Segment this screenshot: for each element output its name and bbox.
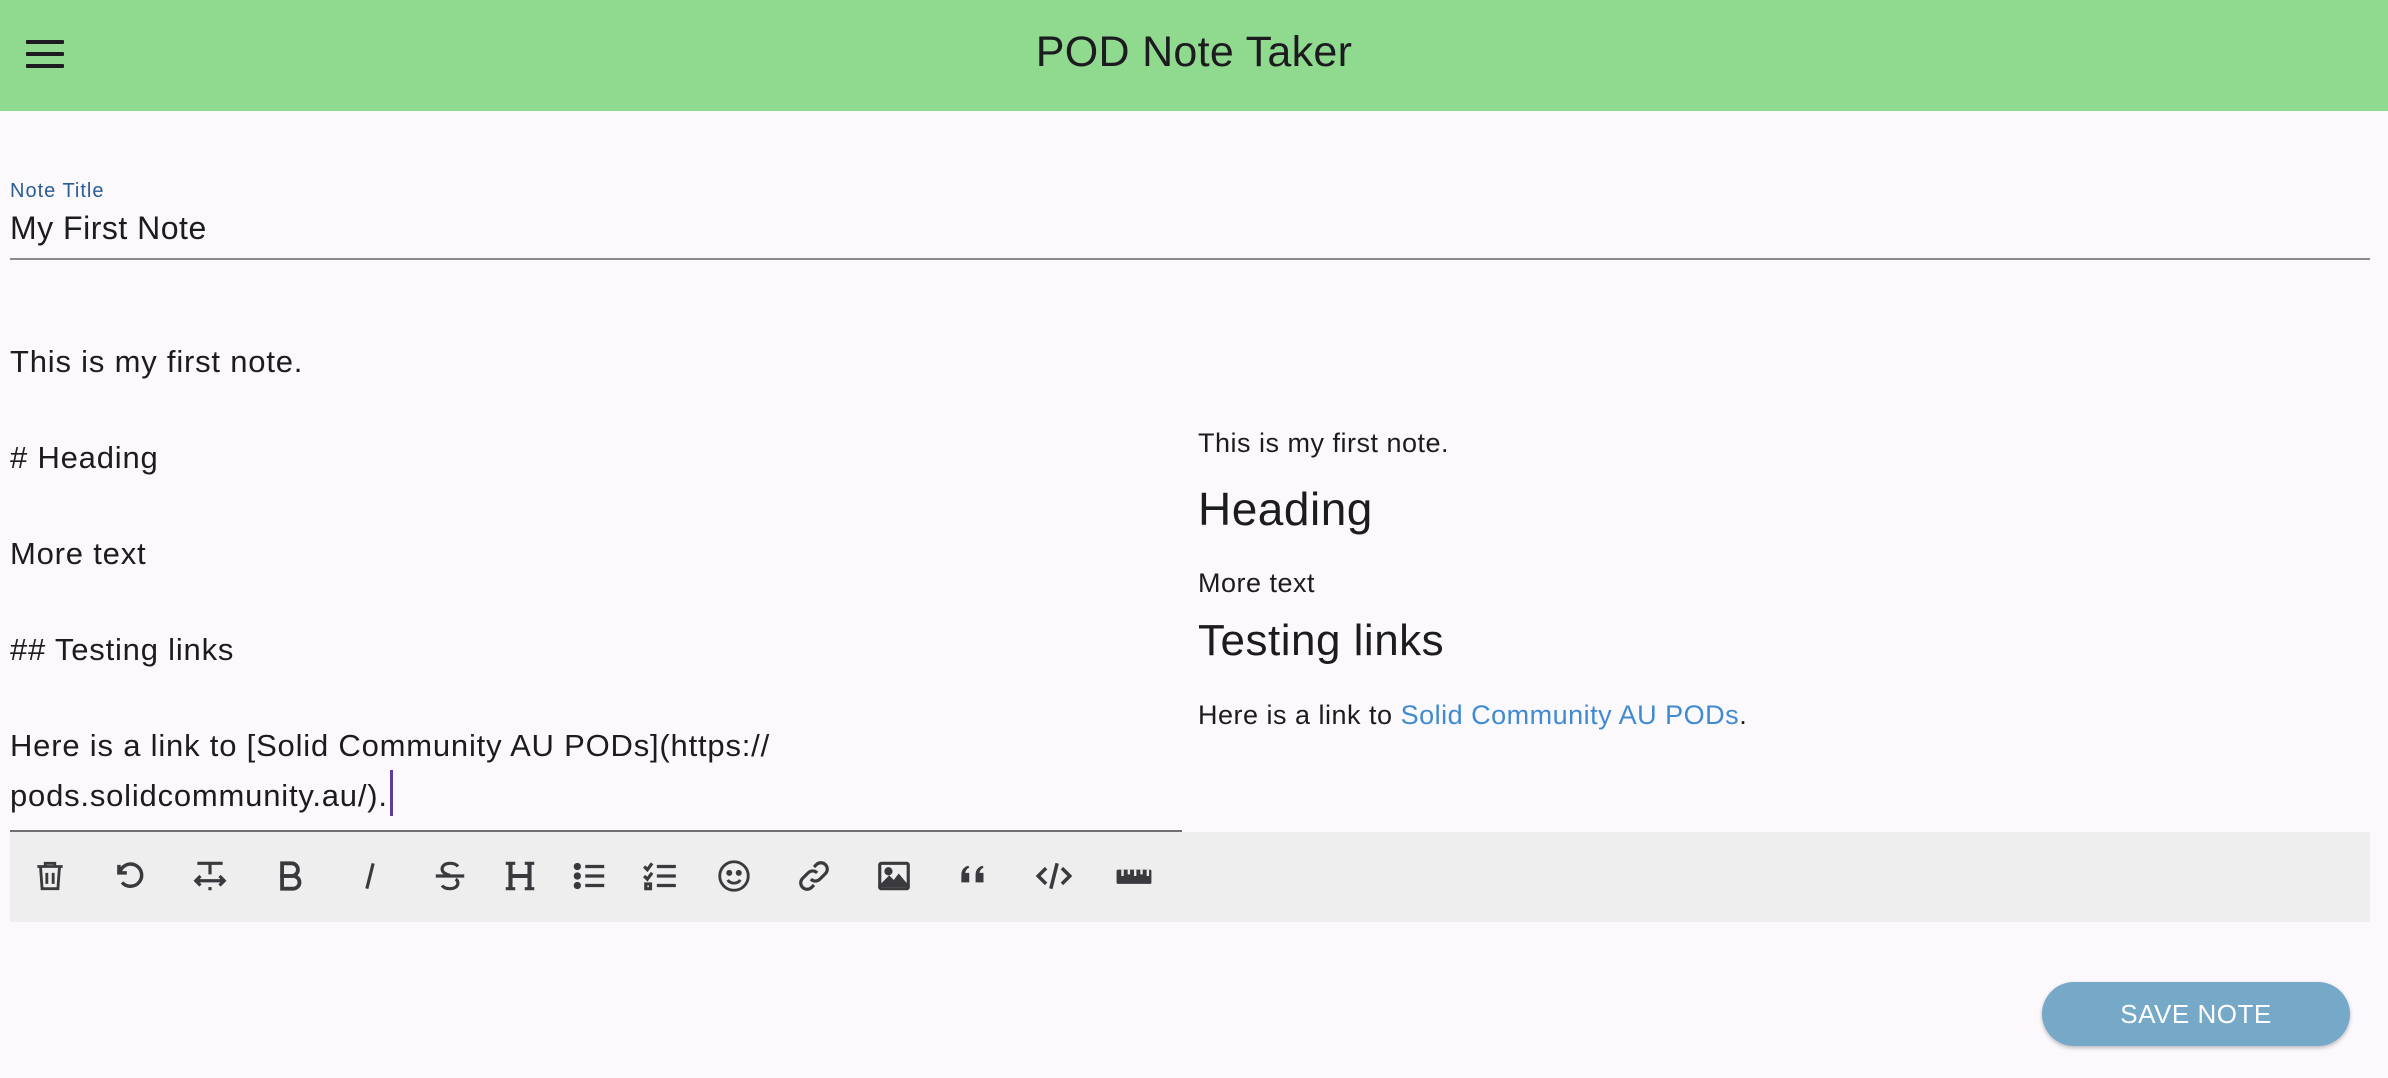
preview-link[interactable]: Solid Community AU PODs [1401, 700, 1740, 730]
trash-icon[interactable] [26, 852, 74, 900]
bullet-list-icon[interactable] [566, 852, 614, 900]
heading-icon[interactable] [496, 852, 544, 900]
editor-line-last: pods.solidcommunity.au/). [10, 770, 393, 820]
code-icon[interactable] [1030, 852, 1078, 900]
note-title-label: Note Title [10, 180, 105, 202]
undo-icon[interactable] [106, 852, 154, 900]
editor-line: This is my first note. [10, 344, 304, 379]
app-title: POD Note Taker [1035, 28, 1353, 76]
editor-line: # Heading [10, 440, 159, 475]
editor-toolbar [10, 832, 2370, 922]
ruler-icon[interactable] [1110, 852, 1158, 900]
text-resize-icon[interactable] [186, 852, 234, 900]
editor-line: Here is a link to [Solid Community AU PO… [10, 728, 771, 763]
preview-link-paragraph: Here is a link to Solid Community AU POD… [1198, 700, 1747, 731]
note-title-input[interactable] [10, 204, 2370, 252]
preview-link-prefix: Here is a link to [1198, 700, 1401, 730]
image-icon[interactable] [870, 852, 918, 900]
text-caret [389, 770, 393, 816]
preview-subheading: Testing links [1198, 616, 1445, 665]
app-bar: POD Note Taker [0, 0, 2388, 111]
preview-heading: Heading [1198, 483, 1373, 535]
bold-icon[interactable] [266, 852, 314, 900]
italic-icon[interactable] [346, 852, 394, 900]
save-note-button[interactable]: SAVE NOTE [2042, 982, 2350, 1046]
editor-line-text: pods.solidcommunity.au/). [10, 778, 388, 813]
link-icon[interactable] [790, 852, 838, 900]
quote-icon[interactable] [950, 852, 998, 900]
markdown-editor[interactable]: This is my first note. # Heading More te… [10, 330, 1182, 832]
preview-link-suffix: . [1739, 700, 1748, 730]
preview-paragraph: This is my first note. [1198, 428, 1450, 458]
preview-paragraph: More text [1198, 568, 1316, 598]
editor-line: More text [10, 536, 147, 571]
note-title-field[interactable]: Note Title [10, 170, 2370, 260]
strikethrough-icon[interactable] [426, 852, 474, 900]
emoji-icon[interactable] [710, 852, 758, 900]
checklist-icon[interactable] [636, 852, 684, 900]
editor-line: ## Testing links [10, 632, 235, 667]
